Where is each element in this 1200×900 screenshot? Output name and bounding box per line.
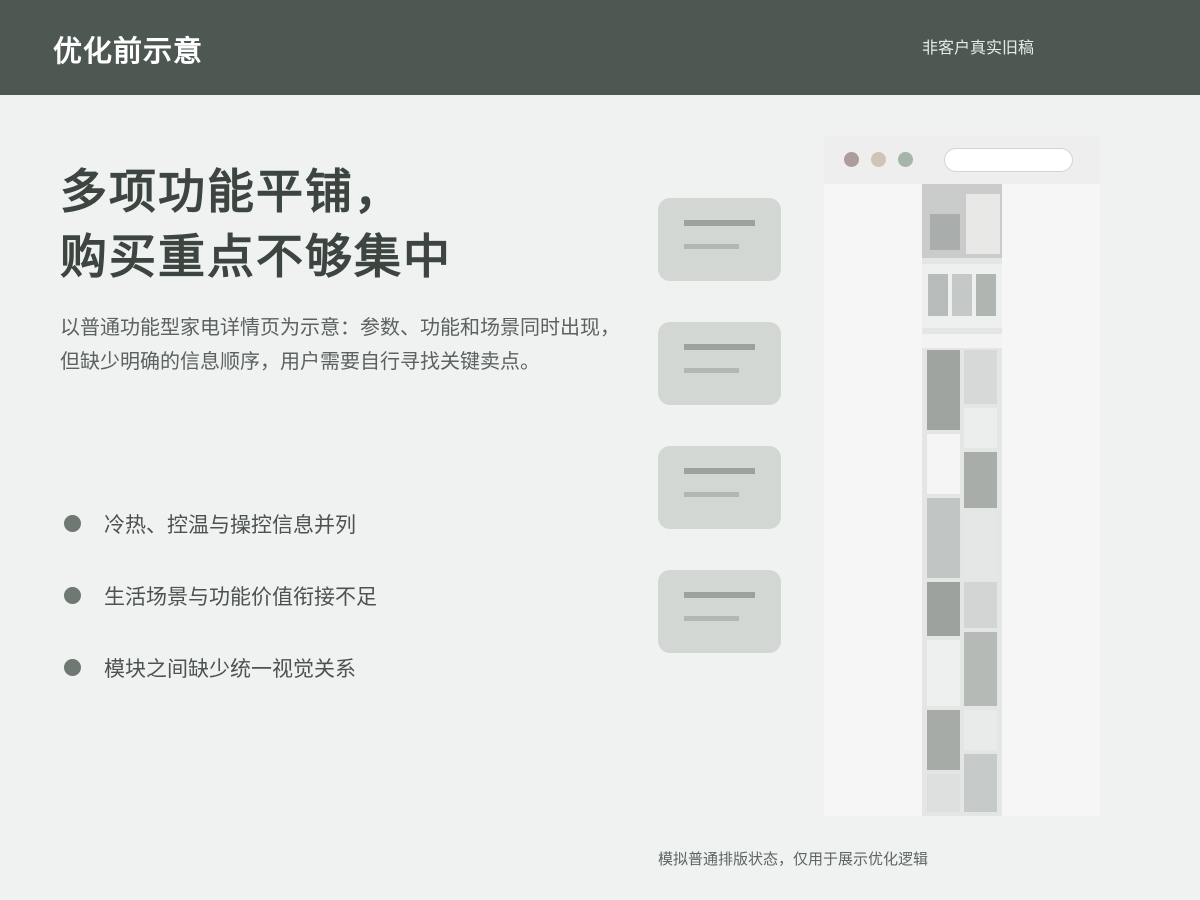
thumbnail-block bbox=[922, 334, 1002, 348]
thumbnail-block bbox=[927, 710, 960, 770]
placeholder-card bbox=[658, 446, 781, 529]
browser-mockup bbox=[824, 136, 1100, 816]
headline-line-2: 购买重点不够集中 bbox=[60, 230, 452, 285]
bullet-dot-icon bbox=[64, 659, 81, 676]
thumbnail-block bbox=[927, 582, 960, 636]
thumbnail-block bbox=[964, 512, 997, 578]
thumbnail-block bbox=[927, 434, 960, 494]
bullet-dot-icon bbox=[64, 587, 81, 604]
thumbnail-block bbox=[964, 754, 997, 812]
thumbnail-block bbox=[927, 774, 960, 812]
thumbnail-block bbox=[964, 408, 997, 448]
placeholder-line bbox=[684, 220, 755, 226]
thumbnail-block bbox=[964, 452, 997, 508]
header-note: 非客户真实旧稿 bbox=[922, 38, 1035, 57]
headline-line-1: 多项功能平铺， bbox=[60, 165, 403, 220]
placeholder-card bbox=[658, 198, 781, 281]
thumbnail-block bbox=[927, 640, 960, 706]
page-title: 优化前示意 bbox=[53, 34, 204, 68]
thumbnail-block bbox=[927, 350, 960, 430]
placeholder-line bbox=[684, 344, 755, 350]
thumbnail-block bbox=[964, 632, 997, 706]
address-bar bbox=[944, 148, 1073, 172]
placeholder-card bbox=[658, 570, 781, 653]
placeholder-line bbox=[684, 592, 755, 598]
bullet-text: 模块之间缺少统一视觉关系 bbox=[104, 657, 356, 681]
thumbnail-block bbox=[930, 214, 960, 250]
placeholder-line bbox=[684, 492, 739, 497]
thumbnail-block bbox=[964, 710, 997, 750]
bullet-dot-icon bbox=[64, 515, 81, 532]
thumbnail-block bbox=[952, 274, 972, 316]
thumbnail-block bbox=[928, 274, 948, 316]
thumbnail-block bbox=[927, 498, 960, 578]
placeholder-card bbox=[658, 322, 781, 405]
browser-toolbar bbox=[824, 136, 1100, 184]
product-detail-page-thumbnail bbox=[922, 184, 1002, 816]
window-dot-icon bbox=[844, 152, 859, 167]
window-dot-icon bbox=[871, 152, 886, 167]
placeholder-line bbox=[684, 616, 739, 621]
caption-text: 模拟普通排版状态，仅用于展示优化逻辑 bbox=[658, 850, 929, 868]
placeholder-line bbox=[684, 368, 739, 373]
thumbnail-block bbox=[964, 582, 997, 628]
bullet-text: 冷热、控温与操控信息并列 bbox=[104, 513, 356, 537]
placeholder-line bbox=[684, 468, 755, 474]
bullet-text: 生活场景与功能价值衔接不足 bbox=[104, 585, 377, 609]
placeholder-line bbox=[684, 244, 739, 249]
thumbnail-block bbox=[966, 194, 1000, 254]
thumbnail-block bbox=[964, 350, 997, 404]
window-dot-icon bbox=[898, 152, 913, 167]
main-headline: 多项功能平铺， 购买重点不够集中 bbox=[60, 160, 452, 290]
thumbnail-block bbox=[976, 274, 996, 316]
top-header-bar: 优化前示意 非客户真实旧稿 bbox=[0, 0, 1200, 95]
description-text: 以普通功能型家电详情页为示意：参数、功能和场景同时出现，但缺少明确的信息顺序，用… bbox=[60, 315, 620, 373]
